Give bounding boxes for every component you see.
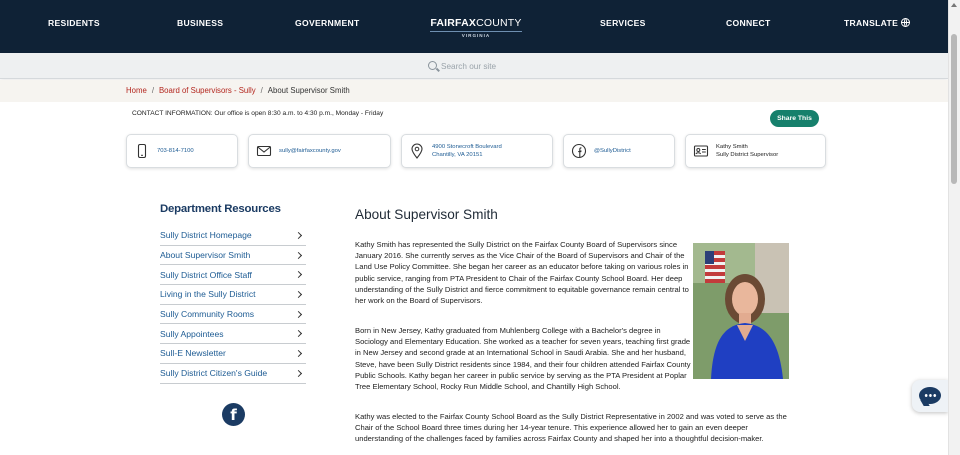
id-card-icon: [693, 145, 709, 157]
bio-paragraph: Kathy was elected to the Fairfax County …: [355, 412, 787, 444]
email-address: sully@fairfaxcounty.gov: [279, 148, 341, 154]
share-button[interactable]: Share This: [770, 110, 819, 127]
logo-subtitle: VIRGINIA: [461, 33, 491, 38]
phone-card[interactable]: 703-814-7100: [126, 134, 238, 168]
sidebar-item-community-rooms[interactable]: Sully Community Rooms: [160, 305, 306, 325]
supervisor-card: Kathy Smith Sully District Supervisor: [685, 134, 826, 168]
sidebar-item-about[interactable]: About Supervisor Smith: [160, 246, 306, 266]
chevron-right-icon: [294, 369, 303, 377]
bio-paragraph: Born in New Jersey, Kathy graduated from…: [355, 326, 691, 392]
nav-government[interactable]: GOVERNMENT: [295, 18, 360, 28]
page-title: About Supervisor Smith: [355, 207, 498, 222]
nav-residents[interactable]: RESIDENTS: [48, 18, 100, 28]
social-card[interactable]: @SullyDistrict: [563, 134, 675, 168]
logo-rule: [430, 31, 522, 32]
bio-paragraph: Kathy Smith has represented the Sully Di…: [355, 240, 689, 306]
search-icon[interactable]: [428, 61, 437, 70]
sidebar-item-label: About Supervisor Smith: [160, 250, 251, 261]
supervisor-portrait: [693, 243, 789, 379]
facebook-icon[interactable]: f: [222, 403, 245, 426]
address-line-1: 4900 Stonecroft Boulevard: [432, 144, 502, 150]
sidebar-item-living[interactable]: Living in the Sully District: [160, 285, 306, 305]
sidebar-item-newsletter[interactable]: Sull-E Newsletter: [160, 344, 306, 364]
phone-icon: [137, 143, 147, 159]
breadcrumb-home[interactable]: Home: [126, 86, 147, 95]
email-card[interactable]: sully@fairfaxcounty.gov: [248, 134, 391, 168]
portrait-illustration: [693, 243, 789, 379]
sidebar-item-label: Sully District Homepage: [160, 230, 252, 241]
chevron-right-icon: [294, 330, 303, 338]
nav-business[interactable]: BUSINESS: [177, 18, 223, 28]
chevron-right-icon: [294, 290, 303, 298]
sidebar-title: Department Resources: [160, 203, 281, 215]
phone-number: 703-814-7100: [157, 148, 194, 154]
scroll-up-arrow-icon[interactable]: [951, 3, 957, 7]
sidebar-item-homepage[interactable]: Sully District Homepage: [160, 226, 306, 246]
breadcrumb-current: About Supervisor Smith: [267, 86, 350, 95]
page: RESIDENTS BUSINESS GOVERNMENT FAIRFAXCOU…: [0, 0, 960, 455]
logo-text-regular: COUNTY: [476, 17, 522, 29]
supervisor-name: Kathy Smith: [716, 144, 748, 150]
sidebar-item-label: Sully District Office Staff: [160, 269, 252, 280]
sidebar-item-label: Sully Community Rooms: [160, 309, 255, 320]
sidebar-item-staff[interactable]: Sully District Office Staff: [160, 265, 306, 286]
chevron-right-icon: [294, 310, 303, 318]
address: 4900 Stonecroft Boulevard Chantilly, VA 2…: [432, 143, 502, 159]
address-line-2: Chantilly, VA 20151: [432, 152, 483, 158]
translate-label: TRANSLATE: [844, 18, 899, 28]
globe-icon: [901, 18, 911, 27]
contact-information: CONTACT INFORMATION: Our office is open …: [132, 110, 384, 117]
nav-services[interactable]: SERVICES: [600, 18, 646, 28]
chevron-right-icon: [294, 231, 303, 239]
top-navigation: RESIDENTS BUSINESS GOVERNMENT FAIRFAXCOU…: [0, 0, 948, 53]
breadcrumb-section[interactable]: Board of Supervisors - Sully: [159, 86, 256, 95]
nav-connect[interactable]: CONNECT: [726, 18, 771, 28]
facebook-icon: [571, 143, 587, 159]
chat-button[interactable]: [912, 380, 948, 412]
chevron-right-icon: [294, 349, 303, 358]
address-card[interactable]: 4900 Stonecroft Boulevard Chantilly, VA 2…: [401, 134, 553, 168]
sidebar-item-label: Sully Appointees: [160, 328, 224, 339]
sidebar-item-citizens-guide[interactable]: Sully District Citizen's Guide: [160, 364, 306, 384]
county-logo[interactable]: FAIRFAXCOUNTY VIRGINIA: [430, 17, 522, 38]
breadcrumb: Home / Board of Supervisors - Sully / About …: [126, 86, 350, 95]
sidebar-item-label: Living in the Sully District: [160, 289, 256, 300]
logo-text-bold: FAIRFAX: [430, 17, 477, 29]
envelope-icon: [256, 145, 272, 157]
breadcrumb-separator: /: [151, 86, 154, 95]
nav-translate[interactable]: TRANSLATE: [844, 18, 911, 28]
scrollbar-thumb[interactable]: [951, 34, 957, 184]
breadcrumb-separator: /: [260, 86, 263, 95]
supervisor-title: Sully District Supervisor: [716, 152, 779, 158]
sidebar-item-label: Sully District Citizen's Guide: [160, 368, 268, 379]
chevron-right-icon: [294, 251, 303, 259]
search-input[interactable]: [441, 58, 641, 74]
sidebar-item-appointees[interactable]: Sully Appointees: [160, 324, 306, 345]
supervisor-info: Kathy Smith Sully District Supervisor: [716, 143, 778, 159]
chevron-right-icon: [294, 271, 303, 279]
social-handle: @SullyDistrict: [594, 148, 631, 154]
sidebar-list: Sully District Homepage About Supervisor…: [160, 226, 306, 384]
sidebar-item-label: Sull-E Newsletter: [160, 348, 226, 359]
chat-dots: [924, 394, 937, 397]
map-pin-icon: [411, 143, 423, 159]
